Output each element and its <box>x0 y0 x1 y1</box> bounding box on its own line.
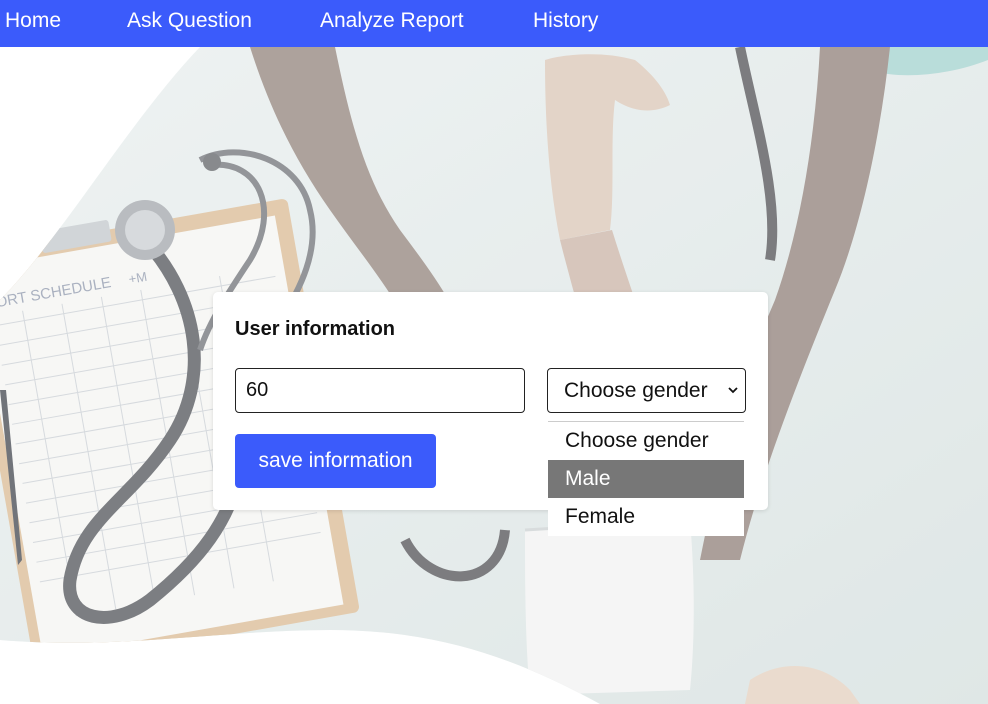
age-input[interactable] <box>235 368 525 413</box>
nav-ask-question-link[interactable]: Ask Question <box>127 9 252 33</box>
gender-dropdown-list: Choose gender Male Female <box>548 421 744 536</box>
gender-option-choose[interactable]: Choose gender <box>548 422 744 460</box>
nav-history-link[interactable]: History <box>533 9 598 33</box>
gender-select[interactable]: Choose gender <box>547 368 746 413</box>
gender-option-male[interactable]: Male <box>548 460 744 498</box>
gender-select-value: Choose gender <box>564 379 708 402</box>
nav-home-link[interactable]: Home <box>5 9 61 33</box>
chevron-down-icon <box>728 387 738 394</box>
nav-analyze-report-link[interactable]: Analyze Report <box>320 9 464 33</box>
save-information-button[interactable]: save information <box>235 434 436 488</box>
top-navbar: Home Ask Question Analyze Report History <box>0 0 988 47</box>
gender-option-female[interactable]: Female <box>548 498 744 536</box>
user-info-title: User information <box>235 318 396 340</box>
